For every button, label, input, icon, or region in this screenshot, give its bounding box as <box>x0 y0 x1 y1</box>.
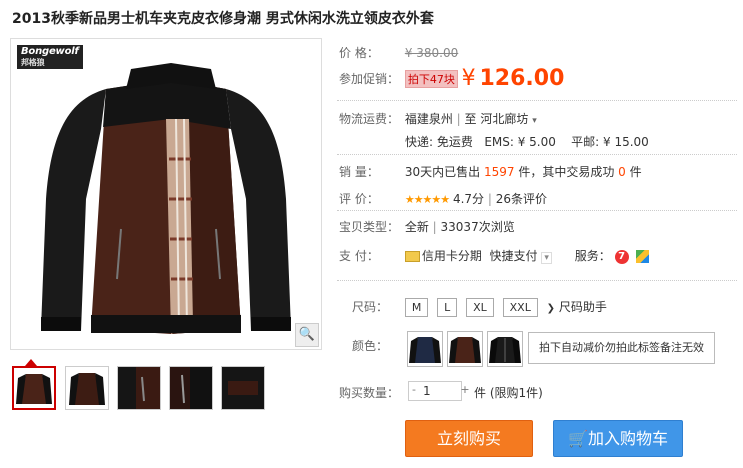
guarantee-icon[interactable] <box>636 250 650 263</box>
ship-to-word: 至 <box>464 112 477 126</box>
quantity-increase-button[interactable]: + <box>460 381 470 399</box>
mail-fee: 平邮: ¥ 15.00 <box>571 135 649 149</box>
divider <box>337 210 737 211</box>
price-label: 价 格： <box>339 46 379 60</box>
shipping-label: 物流运费： <box>339 112 400 126</box>
buy-now-button[interactable]: 立刻购买 <box>405 420 533 457</box>
size-option-xl[interactable]: XL <box>466 298 494 317</box>
sales-mid: 件，其中交易成功 <box>518 165 615 179</box>
ship-from: 福建泉州 <box>404 112 453 126</box>
size-row: 尺码： M L XL XXL ❯ 尺码助手 <box>339 298 607 317</box>
size-option-xxl[interactable]: XXL <box>502 298 538 317</box>
payment-label: 支 付： <box>339 249 379 263</box>
rating-row: 评 价： ★★★★★ 4.7分 | 26条评价 <box>339 192 548 206</box>
color-option-note[interactable]: 拍下自动减价勿拍此标签备注无效 <box>528 332 715 364</box>
quantity-row: 购买数量： <box>339 384 401 401</box>
shipping-row: 物流运费： 福建泉州 | 至 河北廊坊 ▾ <box>339 112 537 126</box>
add-to-cart-label: 加入购物车 <box>587 429 668 448</box>
cart-icon: 🛒 <box>568 429 588 448</box>
divider <box>337 280 737 281</box>
price-row: 价 格： ¥ 380.00 <box>339 44 458 61</box>
ems-fee: EMS: ¥ 5.00 <box>484 135 556 149</box>
product-title: 2013秋季新品男士机车夹克皮衣修身潮 男式休闲水洗立领皮衣外套 <box>12 11 434 27</box>
express-fee: 快递: 免运费 <box>405 135 473 149</box>
main-product-image[interactable]: Bongewolf 邦格狼 🔍 <box>10 38 322 350</box>
quantity-limit: 件 (限购1件) <box>474 386 543 400</box>
payment-row: 支 付： 信用卡分期 快捷支付 ▾ 服务： 7 <box>339 247 650 264</box>
rating-stars: ★★★★★ <box>404 193 450 206</box>
ship-to-location[interactable]: 河北廊坊 <box>480 112 528 126</box>
color-label: 颜色： <box>351 339 388 353</box>
sold-count: 1597 <box>483 165 515 179</box>
sales-label: 销 量： <box>339 165 379 179</box>
promo-price: 126.00 <box>479 66 565 91</box>
thumbnail-1[interactable] <box>12 366 56 410</box>
sales-prefix: 30天内已售出 <box>404 165 481 179</box>
color-row: 颜色： <box>339 337 401 354</box>
credit-card-icon <box>404 251 420 262</box>
item-type-value: 全新 <box>404 220 429 234</box>
sales-row: 销 量： 30天内已售出 1597 件，其中交易成功 0 件 <box>339 163 642 180</box>
promo-tag: 拍下47块 <box>404 69 458 88</box>
thumbnail-3[interactable] <box>117 366 161 410</box>
rating-label: 评 价： <box>339 192 379 206</box>
size-label: 尺码： <box>351 300 388 314</box>
color-option-black[interactable] <box>487 331 523 367</box>
add-to-cart-button[interactable]: 🛒加入购物车 <box>553 420 683 457</box>
size-helper-link[interactable]: 尺码助手 <box>559 300 607 314</box>
credit-installment-link[interactable]: 信用卡分期 <box>422 249 482 263</box>
shipping-fees: 快递: 免运费 EMS: ¥ 5.00 平邮: ¥ 15.00 <box>405 133 649 150</box>
size-option-l[interactable]: L <box>437 298 458 317</box>
brand-logo-text: Bongewolf <box>21 46 79 57</box>
chevron-down-icon[interactable]: ▾ <box>532 116 537 126</box>
service-label: 服务： <box>574 249 611 263</box>
view-count: 33037次浏览 <box>440 220 515 234</box>
zoom-icon[interactable]: 🔍 <box>295 323 319 347</box>
size-option-m[interactable]: M <box>404 298 429 317</box>
item-type-label: 宝贝类型： <box>339 220 400 234</box>
promo-row: 参加促销： 拍下47块 ¥ 126.00 <box>339 66 564 91</box>
quantity-label: 购买数量： <box>339 386 400 400</box>
color-option-navy[interactable] <box>407 331 443 367</box>
original-price: ¥ 380.00 <box>404 46 459 60</box>
sales-suffix: 件 <box>629 165 642 179</box>
quantity-value: 1 <box>423 384 431 398</box>
quantity-decrease-button[interactable]: - <box>409 381 419 399</box>
success-count: 0 <box>618 165 626 179</box>
chevron-right-icon: ❯ <box>546 303 556 314</box>
promo-label: 参加促销： <box>339 72 400 86</box>
quick-pay-link[interactable]: 快捷支付 <box>489 249 537 263</box>
chevron-down-icon[interactable]: ▾ <box>541 252 552 264</box>
rating-score: 4.7分 <box>452 192 485 206</box>
brand-logo: Bongewolf 邦格狼 <box>17 45 83 69</box>
thumbnail-5[interactable] <box>221 366 265 410</box>
divider <box>337 100 737 101</box>
divider <box>337 154 737 155</box>
thumbnail-2[interactable] <box>65 366 109 410</box>
currency-symbol: ¥ <box>461 66 476 91</box>
jacket-image <box>41 63 291 334</box>
thumb-selected-arrow <box>25 359 37 366</box>
review-count-link[interactable]: 26条评价 <box>496 192 547 206</box>
seven-day-return-icon[interactable]: 7 <box>614 249 629 264</box>
item-type-row: 宝贝类型： 全新 | 33037次浏览 <box>339 220 515 234</box>
brand-logo-sub: 邦格狼 <box>21 58 45 67</box>
thumbnail-4[interactable] <box>169 366 213 410</box>
color-option-brown[interactable] <box>447 331 483 367</box>
